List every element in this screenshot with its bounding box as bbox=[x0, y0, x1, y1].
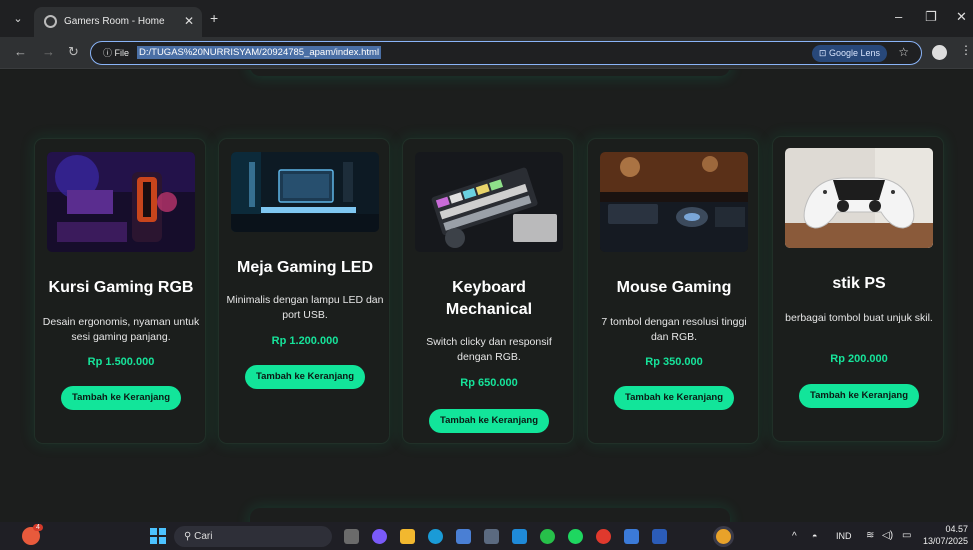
menu-kebab-icon[interactable]: ⋮ bbox=[960, 43, 972, 57]
whatsapp-icon[interactable] bbox=[540, 529, 555, 544]
add-to-cart-button[interactable]: Tambah ke Keranjang bbox=[614, 386, 734, 410]
gaming-chair-photo bbox=[47, 152, 195, 252]
word-icon[interactable] bbox=[652, 529, 667, 544]
product-title: Keyboard Mechanical bbox=[409, 277, 569, 321]
product-title: Mouse Gaming bbox=[616, 279, 732, 296]
chrome-red-icon[interactable] bbox=[596, 529, 611, 544]
tray-chevron-icon[interactable]: ^ bbox=[792, 531, 797, 542]
browser-tab-bar: ⌄ Gamers Room - Home ✕ + – ❐ ✕ bbox=[0, 0, 973, 37]
product-description: 7 tombol dengan resolusi tinggi dan RGB. bbox=[601, 316, 747, 343]
close-window-button[interactable]: ✕ bbox=[956, 9, 967, 25]
controller-photo bbox=[785, 148, 933, 248]
product-card-chair: Kursi Gaming RGB Desain ergonomis, nyama… bbox=[34, 138, 206, 444]
product-description: Switch clicky dan responsif dengan RGB. bbox=[426, 336, 552, 363]
copilot-icon[interactable] bbox=[372, 529, 387, 544]
product-description: Desain ergonomis, nyaman untuk sesi gami… bbox=[42, 316, 200, 343]
product-title: Meja Gaming LED bbox=[236, 259, 374, 276]
info-icon: ⓘ bbox=[103, 48, 115, 58]
url-text[interactable]: D:/TUGAS%20NURRISYAM/20924785_apam/index… bbox=[137, 46, 382, 59]
footer-glow-bar bbox=[250, 508, 730, 522]
back-arrow-icon[interactable]: ← bbox=[14, 45, 27, 59]
bookmark-star-icon[interactable]: ☆ bbox=[898, 45, 909, 59]
site-info-chip[interactable]: ⓘ File bbox=[97, 45, 135, 61]
browser-tab[interactable]: Gamers Room - Home ✕ bbox=[34, 7, 202, 37]
lens-icon: ⊡ bbox=[818, 48, 829, 58]
tab-close-icon[interactable]: ✕ bbox=[184, 14, 194, 28]
google-lens-button[interactable]: ⊡ Google Lens bbox=[811, 45, 887, 62]
volume-icon[interactable]: ◁) bbox=[882, 530, 893, 541]
add-to-cart-button[interactable]: Tambah ke Keranjang bbox=[245, 365, 365, 389]
search-icon: ⚲ bbox=[184, 531, 195, 542]
profile-avatar-icon[interactable] bbox=[932, 45, 947, 60]
minimize-button[interactable]: – bbox=[895, 9, 902, 24]
add-to-cart-button[interactable]: Tambah ke Keranjang bbox=[61, 386, 181, 410]
reload-icon[interactable]: ↻ bbox=[68, 45, 79, 59]
gaming-desk-photo bbox=[231, 152, 379, 232]
screen: ⌄ Gamers Room - Home ✕ + – ❐ ✕ ← → ↻ ⓘ F… bbox=[0, 0, 973, 550]
search-label: Cari bbox=[194, 531, 213, 542]
product-price: Rp 650.000 bbox=[460, 377, 518, 389]
taskbar-search[interactable]: ⚲ Cari bbox=[174, 526, 332, 547]
clock-time[interactable]: 04.57 bbox=[938, 524, 968, 534]
keyboard-photo bbox=[415, 152, 563, 252]
new-tab-button[interactable]: + bbox=[210, 11, 218, 25]
product-description: Minimalis dengan lampu LED dan port USB. bbox=[226, 294, 384, 321]
task-view-icon[interactable] bbox=[344, 529, 359, 544]
add-to-cart-button[interactable]: Tambah ke Keranjang bbox=[799, 384, 919, 408]
wifi-icon[interactable]: ≋ bbox=[866, 530, 874, 541]
camera-icon[interactable] bbox=[484, 529, 499, 544]
clock-date[interactable]: 13/07/2025 bbox=[920, 536, 968, 546]
product-title-text: Keyboard Mechanical bbox=[445, 279, 533, 318]
vscode-icon[interactable] bbox=[512, 529, 527, 544]
mouse-photo bbox=[600, 152, 748, 252]
product-card-keyboard: Keyboard Mechanical Switch clicky dan re… bbox=[402, 138, 574, 444]
windows-taskbar: 4 ⚲ Cari ^ ◓ IND ≋ ◁) ▭ 04.57 13/07/2025 bbox=[0, 522, 973, 550]
restore-button[interactable]: ❐ bbox=[925, 9, 937, 25]
tab-title: Gamers Room - Home bbox=[64, 16, 165, 27]
product-price: Rp 200.000 bbox=[830, 353, 888, 365]
header-glow-bar bbox=[250, 70, 730, 76]
product-price: Rp 1.200.000 bbox=[271, 335, 339, 347]
google-lens-label: Google Lens bbox=[828, 48, 880, 58]
product-card-desk: Meja Gaming LED Minimalis dengan lampu L… bbox=[218, 138, 390, 444]
add-to-cart-button[interactable]: Tambah ke Keranjang bbox=[429, 409, 549, 433]
product-price: Rp 350.000 bbox=[645, 356, 703, 368]
windows-start-icon[interactable] bbox=[150, 528, 166, 544]
product-title: stik PS bbox=[832, 275, 886, 292]
edge-icon[interactable] bbox=[428, 529, 443, 544]
product-price: Rp 1.500.000 bbox=[87, 356, 155, 368]
product-title: Kursi Gaming RGB bbox=[48, 279, 194, 296]
tray-app-icon[interactable]: ◓ bbox=[812, 531, 817, 541]
file-explorer-icon[interactable] bbox=[400, 529, 415, 544]
address-bar[interactable]: ⓘ File D:/TUGAS%20NURRISYAM/20924785_apa… bbox=[90, 41, 922, 65]
chrome-icon[interactable] bbox=[716, 529, 731, 544]
store-icon[interactable] bbox=[456, 529, 471, 544]
product-description: berbagai tombol buat unjuk skil. bbox=[785, 312, 933, 324]
notification-badge: 4 bbox=[33, 524, 43, 531]
tab-search-icon[interactable]: ⌄ bbox=[10, 11, 26, 27]
forward-arrow-icon[interactable]: → bbox=[42, 45, 55, 59]
globe-icon bbox=[44, 15, 57, 28]
language-indicator[interactable]: IND bbox=[836, 531, 852, 541]
product-card-controller: stik PS berbagai tombol buat unjuk skil.… bbox=[772, 136, 944, 442]
battery-icon[interactable]: ▭ bbox=[902, 530, 911, 541]
site-info-label: File bbox=[114, 48, 130, 58]
product-card-mouse: Mouse Gaming 7 tombol dengan resolusi ti… bbox=[587, 138, 759, 444]
spotify-icon[interactable] bbox=[568, 529, 583, 544]
browser-toolbar: ← → ↻ ⓘ File D:/TUGAS%20NURRISYAM/209247… bbox=[0, 37, 973, 69]
photos-icon[interactable] bbox=[624, 529, 639, 544]
web-page: Kursi Gaming RGB Desain ergonomis, nyama… bbox=[0, 70, 973, 522]
